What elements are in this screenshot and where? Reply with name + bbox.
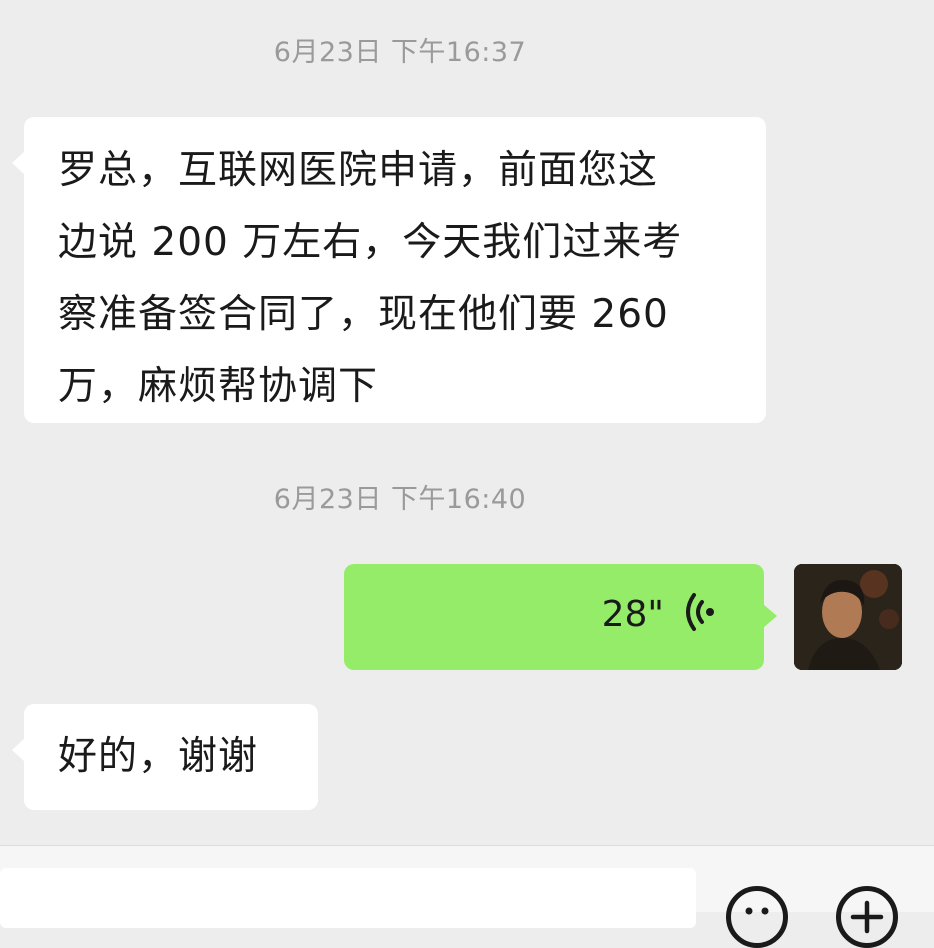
- timestamp: 6月23日 下午16:40: [273, 484, 527, 515]
- message-input[interactable]: [0, 868, 696, 928]
- incoming-message-bubble[interactable]: 罗总，互联网医院申请，前面您这 边说 200 万左右，今天我们过来考 察准备签合…: [12, 117, 766, 423]
- message-line: 罗总，互联网医院申请，前面您这: [58, 148, 659, 193]
- chat-area[interactable]: 6月23日 下午16:37 罗总，互联网医院申请，前面您这 边说 200 万左右…: [0, 0, 934, 845]
- plus-icon[interactable]: [836, 886, 898, 948]
- message-line: 好的，谢谢: [58, 734, 259, 779]
- voice-wave-icon: [682, 592, 716, 636]
- message-line: 察准备签合同了，现在他们要 260: [58, 292, 669, 337]
- emoji-icon[interactable]: [726, 886, 788, 948]
- message-line: 边说 200 万左右，今天我们过来考: [58, 220, 683, 265]
- timestamp: 6月23日 下午16:37: [273, 37, 527, 68]
- message-line: 万，麻烦帮协调下: [58, 364, 379, 409]
- outgoing-voice-message-bubble[interactable]: 28": [344, 564, 777, 670]
- input-bar: [0, 845, 934, 948]
- voice-duration: 28": [601, 593, 664, 635]
- incoming-message-bubble[interactable]: 好的，谢谢: [12, 704, 318, 810]
- avatar[interactable]: [794, 564, 902, 670]
